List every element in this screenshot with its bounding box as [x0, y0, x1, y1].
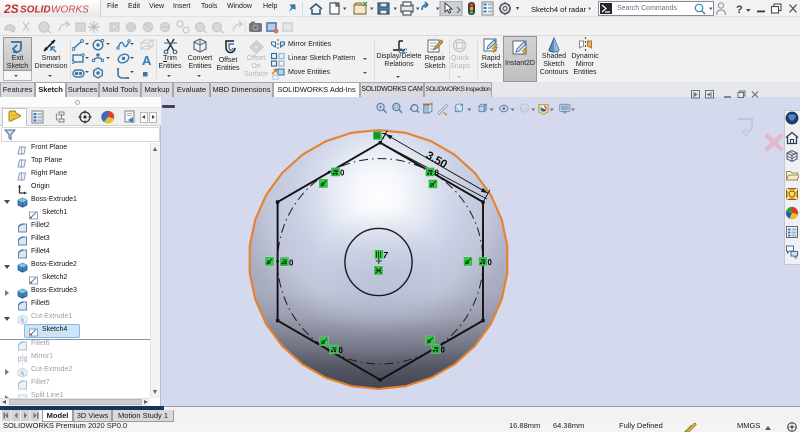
svg-text:SOLID: SOLID — [20, 5, 51, 16]
svg-text:?: ? — [736, 4, 743, 15]
svg-text:2S: 2S — [3, 2, 19, 16]
svg-text:WORKS: WORKS — [51, 5, 89, 16]
